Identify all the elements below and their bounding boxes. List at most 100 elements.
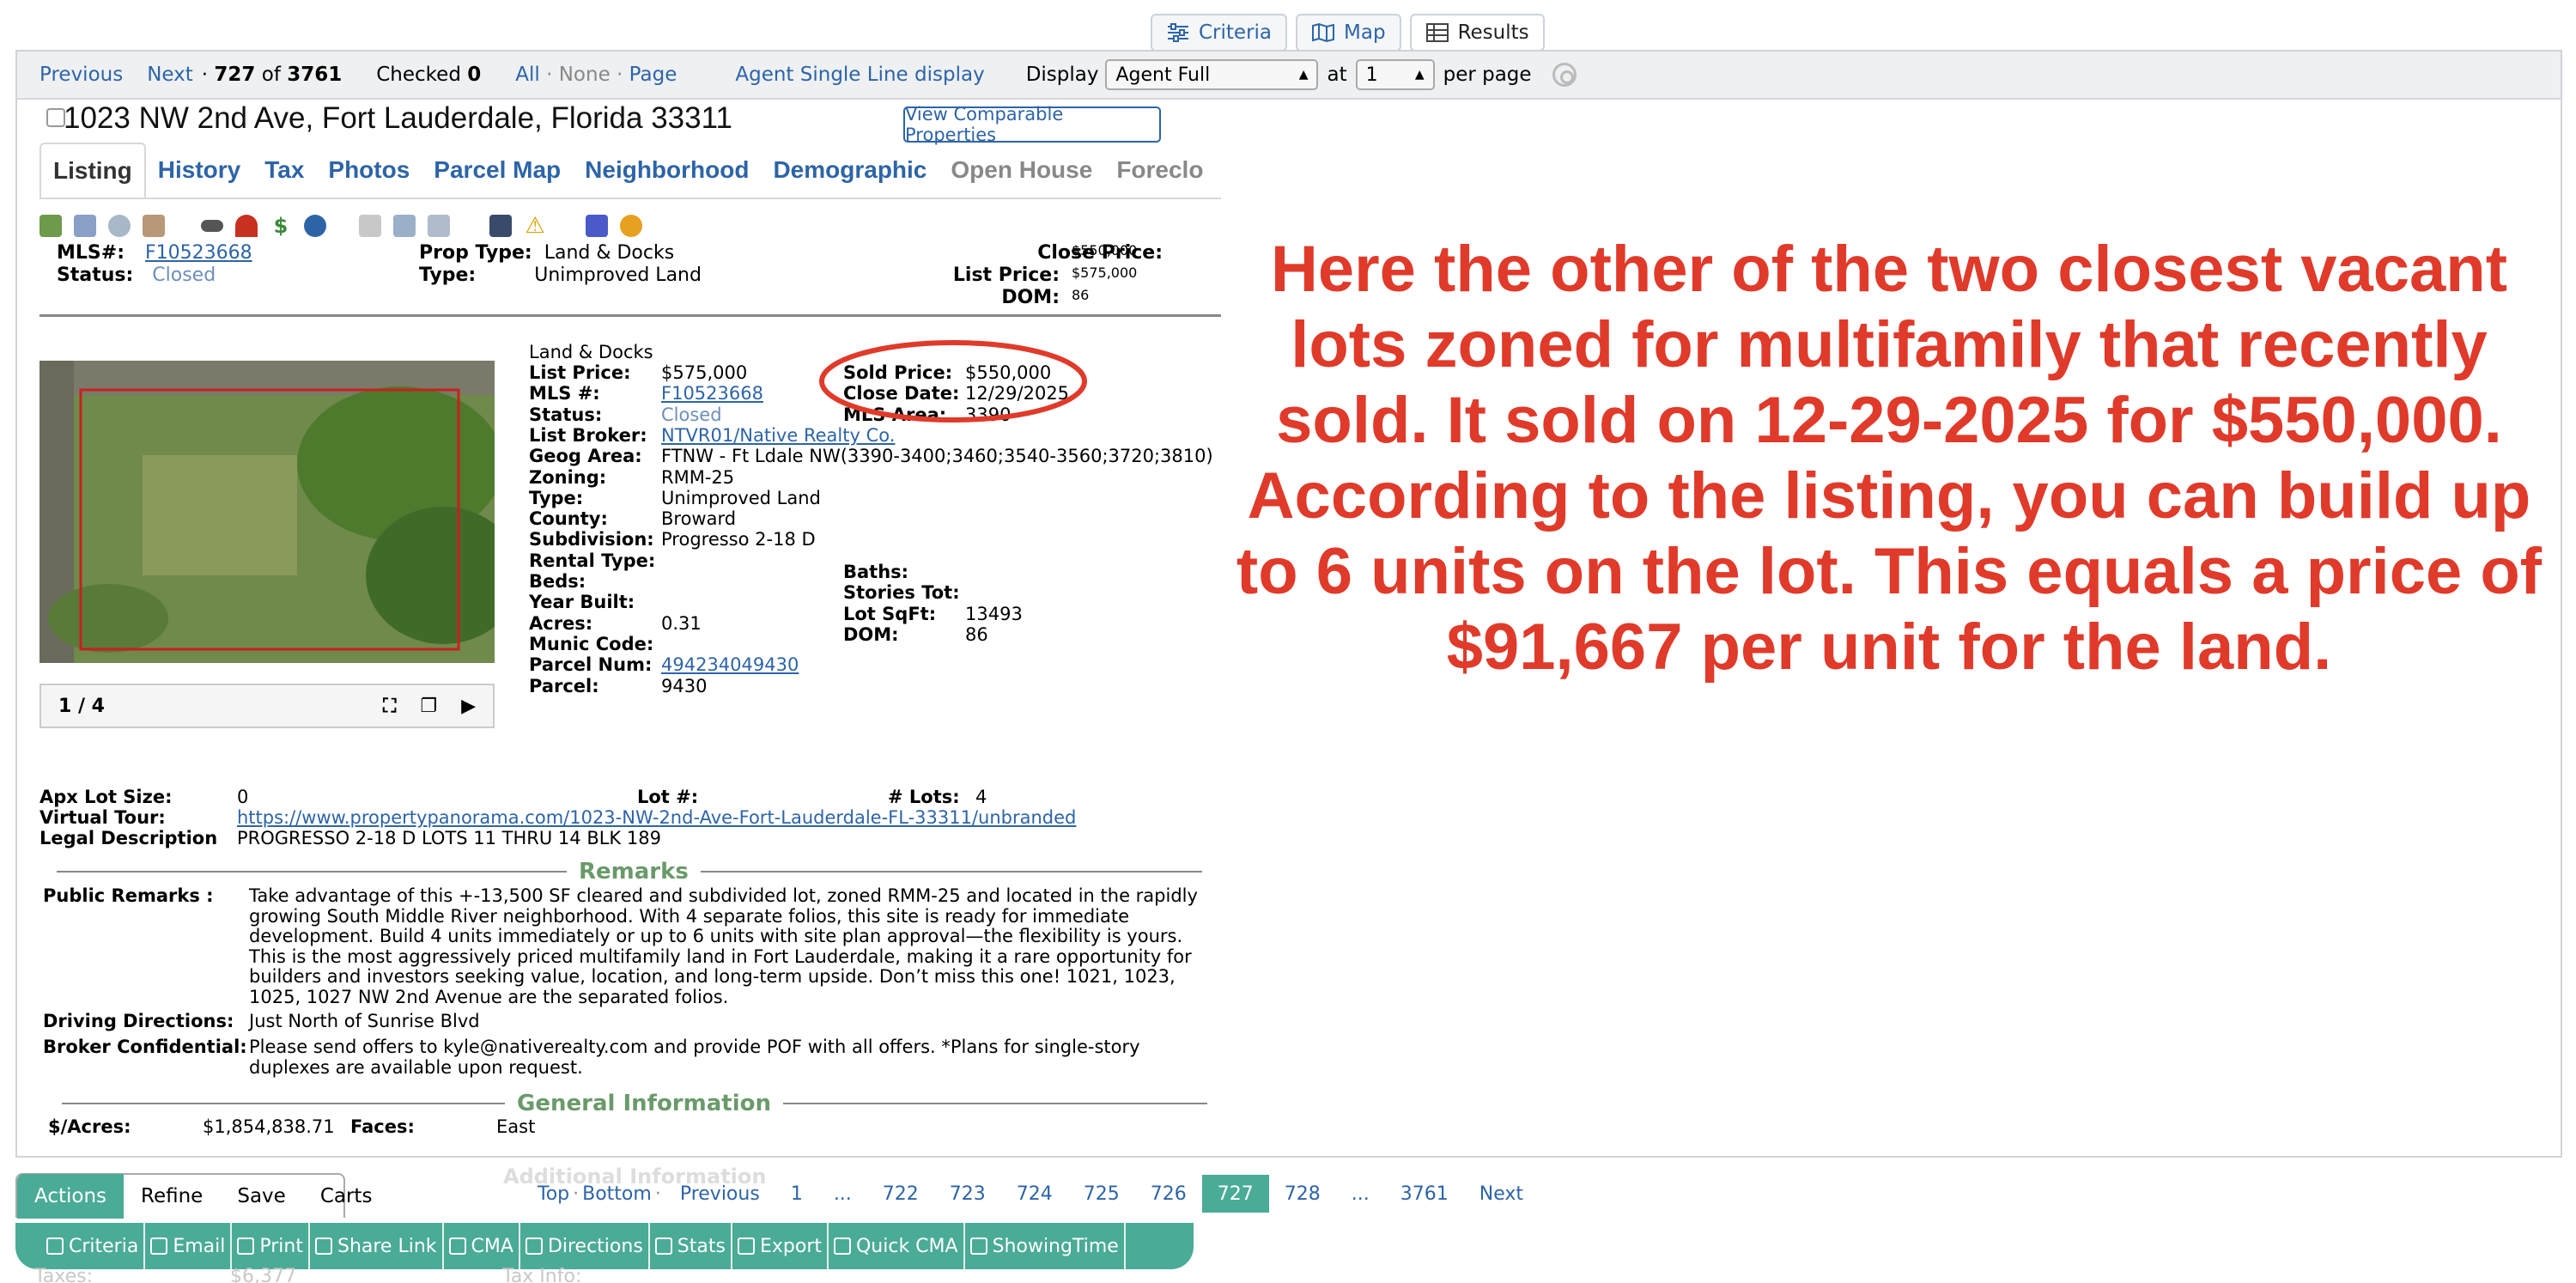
- broker-label: Broker Confidential:: [43, 1037, 247, 1057]
- wrench-icon[interactable]: [393, 215, 416, 237]
- detail-value: 86: [965, 623, 988, 645]
- tab-demographic[interactable]: Demographic: [761, 143, 939, 198]
- binoculars-icon[interactable]: [201, 220, 223, 232]
- action-tabs: Actions Refine Save Carts: [15, 1173, 372, 1219]
- page-link[interactable]: 728: [1269, 1175, 1336, 1213]
- property-photo[interactable]: [39, 361, 495, 663]
- export-icon: [737, 1237, 755, 1255]
- broker-text: Please send offers to kyle@nativerealty.…: [249, 1037, 1140, 1078]
- detail-value[interactable]: 494234049430: [661, 654, 799, 675]
- pager-previous[interactable]: Previous: [665, 1175, 775, 1213]
- listing-tabs: Listing History Tax Photos Parcel Map Ne…: [39, 143, 1221, 199]
- tab-refine[interactable]: Refine: [124, 1174, 220, 1219]
- info-icon[interactable]: [304, 215, 326, 237]
- tab-photos[interactable]: Photos: [316, 143, 422, 198]
- magnet-icon[interactable]: [235, 215, 258, 237]
- page-link[interactable]: 726: [1135, 1175, 1202, 1213]
- page-link[interactable]: 725: [1068, 1175, 1135, 1213]
- tab-save[interactable]: Save: [220, 1174, 302, 1219]
- tools-icon[interactable]: [143, 215, 165, 237]
- toolbar-button-share-link[interactable]: Share Link: [310, 1223, 444, 1269]
- tab-map[interactable]: Map: [1296, 14, 1401, 52]
- toolbar-button-quick-cma[interactable]: Quick CMA: [829, 1223, 965, 1269]
- pager-next[interactable]: Next: [1464, 1175, 1539, 1213]
- toolbar-button-stats[interactable]: Stats: [650, 1223, 732, 1269]
- details-heading: Land & Docks: [529, 342, 653, 362]
- flower-icon[interactable]: [620, 215, 642, 237]
- detail-value[interactable]: NTVR01/Native Realty Co.: [661, 425, 895, 446]
- toolbar-button-label: Criteria: [69, 1235, 139, 1257]
- play-icon[interactable]: ▶: [461, 696, 476, 717]
- page-link[interactable]: 724: [1001, 1175, 1068, 1213]
- detail-label: Munic Code:: [529, 633, 654, 654]
- per-page-select[interactable]: 1 ▲: [1355, 59, 1435, 90]
- toolbar-button-label: ShowingTime: [992, 1235, 1119, 1257]
- tab-neighborhood[interactable]: Neighborhood: [573, 143, 761, 198]
- cma-icon: [448, 1237, 466, 1255]
- aerial-lot-image: [39, 361, 495, 663]
- photo-icon[interactable]: [39, 215, 62, 237]
- page-link[interactable]: 3761: [1385, 1175, 1464, 1213]
- status-label: Status:: [57, 265, 134, 286]
- toolbar-button-directions[interactable]: Directions: [520, 1223, 650, 1269]
- general-section-header: General Information: [62, 1091, 1207, 1116]
- globe-icon[interactable]: [108, 215, 131, 237]
- school-icon[interactable]: [586, 215, 608, 237]
- gear-icon[interactable]: [1552, 63, 1577, 87]
- clipped-tax-row: Taxes: $6,377 Tax Info:: [34, 1266, 1151, 1283]
- check-all-link[interactable]: All: [515, 64, 540, 86]
- toolbar-button-export[interactable]: Export: [732, 1223, 829, 1269]
- copy-icon[interactable]: ❐: [420, 696, 437, 717]
- check-page-link[interactable]: Page: [629, 64, 677, 86]
- fullscreen-icon[interactable]: ⛶: [383, 696, 396, 717]
- sold-price-highlight-circle: [819, 340, 1087, 423]
- previous-link[interactable]: Previous: [39, 64, 123, 86]
- page-link[interactable]: 727: [1201, 1175, 1269, 1213]
- toolbar-button-print[interactable]: Print: [232, 1223, 310, 1269]
- toolbar-button-cma[interactable]: CMA: [444, 1223, 520, 1269]
- display-select[interactable]: Agent Full ▲: [1105, 59, 1319, 90]
- virtual-tour-link[interactable]: https://www.propertypanorama.com/1023-NW…: [237, 807, 1076, 828]
- tab-carts[interactable]: Carts: [303, 1174, 390, 1219]
- tab-foreclosure[interactable]: Foreclo: [1104, 143, 1215, 198]
- dollar-icon[interactable]: $: [270, 215, 292, 237]
- listing-checkbox[interactable]: [46, 108, 65, 127]
- tab-parcel-map[interactable]: Parcel Map: [422, 143, 573, 198]
- detail-value: Unimproved Land: [661, 487, 821, 508]
- detail-value: 13493: [965, 603, 1023, 624]
- agent-single-line-link[interactable]: Agent Single Line display: [735, 64, 984, 86]
- tax-info-label: Tax Info:: [502, 1266, 582, 1283]
- house-icon[interactable]: [489, 215, 512, 237]
- tab-criteria[interactable]: Criteria: [1151, 14, 1288, 52]
- view-comparable-button[interactable]: View Comparable Properties: [903, 104, 1161, 145]
- detail-row: County: Broward: [529, 508, 736, 529]
- building-icon[interactable]: [428, 215, 450, 237]
- at-label: at: [1327, 64, 1347, 86]
- next-link[interactable]: Next: [147, 64, 193, 86]
- page-link[interactable]: 722: [867, 1175, 934, 1213]
- bottom-link[interactable]: Bottom: [579, 1175, 655, 1213]
- toolbar-button-email[interactable]: Email: [145, 1223, 233, 1269]
- warning-icon[interactable]: ⚠: [524, 215, 546, 237]
- page-link[interactable]: 1: [775, 1175, 818, 1213]
- tab-results[interactable]: Results: [1409, 14, 1545, 52]
- top-link[interactable]: Top: [538, 1175, 573, 1213]
- tab-tax[interactable]: Tax: [252, 143, 316, 198]
- page-link[interactable]: 723: [934, 1175, 1001, 1213]
- toolbar-button-showingtime[interactable]: ShowingTime: [965, 1223, 1126, 1269]
- detail-row: Stories Tot:: [843, 582, 960, 603]
- detail-value[interactable]: F10523668: [661, 383, 763, 404]
- tab-actions[interactable]: Actions: [17, 1174, 125, 1219]
- gallery-icon[interactable]: [74, 215, 96, 237]
- mls-link[interactable]: F10523668: [145, 242, 252, 264]
- tab-history[interactable]: History: [146, 143, 252, 198]
- page-list: 1... 722 723 724 725 726 727 728... 3761: [775, 1175, 1464, 1213]
- tab-listing[interactable]: Listing: [39, 143, 146, 198]
- car-icon[interactable]: [359, 215, 381, 237]
- check-none-link[interactable]: None: [559, 64, 611, 86]
- lots-label: # Lots:: [888, 787, 960, 807]
- toolbar-button-criteria[interactable]: Criteria: [41, 1223, 146, 1269]
- summary-type: Type: Unimproved Land: [419, 265, 702, 286]
- tab-open-house[interactable]: Open House: [939, 143, 1104, 198]
- detail-label: MLS #:: [529, 383, 600, 404]
